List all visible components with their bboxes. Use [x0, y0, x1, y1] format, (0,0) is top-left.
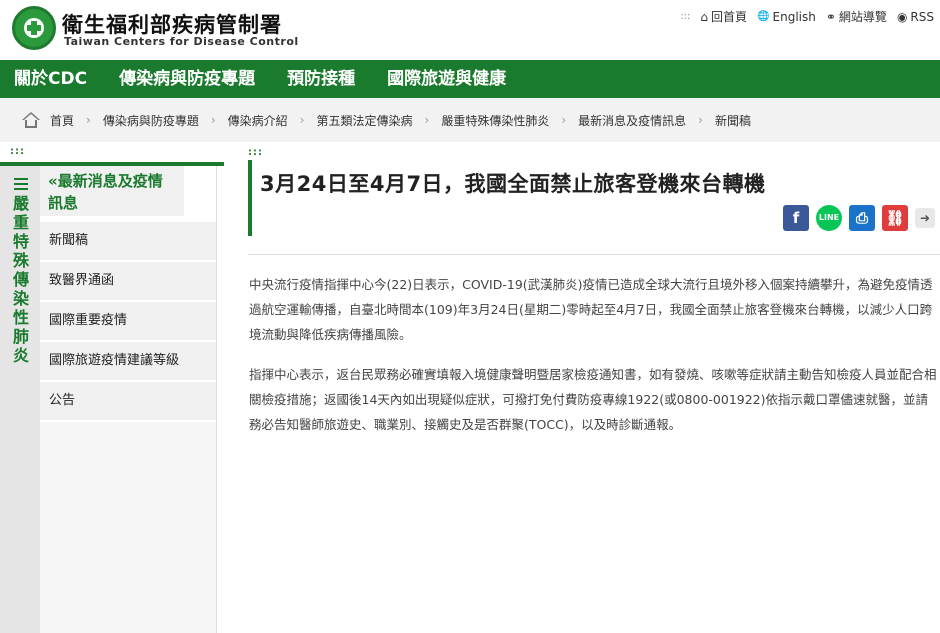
sidebar-scrollbar[interactable]: [216, 166, 224, 633]
sidebar-item-travel-advisory[interactable]: 國際旅遊疫情建議等級: [40, 342, 216, 380]
breadcrumb-item[interactable]: 首頁: [50, 112, 74, 129]
chevron-right-icon: ›: [561, 113, 567, 127]
copy-link-icon[interactable]: ⛓: [882, 205, 908, 231]
top-links: ::: ⌂ 回首頁 🌐 English ⚭ 網站導覽 ◉ RSS: [680, 8, 934, 25]
breadcrumb: 首頁 › 傳染病與防疫專題 › 傳染病介紹 › 第五類法定傳染病 › 嚴重特殊傳…: [0, 98, 940, 142]
nav-diseases[interactable]: 傳染病與防疫專題: [103, 60, 271, 98]
breadcrumb-item[interactable]: 傳染病介紹: [228, 112, 288, 129]
site-subtitle: Taiwan Centers for Disease Control: [64, 35, 299, 48]
share-bar: f LINE ⎙ ⛓ ➜: [783, 205, 935, 231]
breadcrumb-current[interactable]: 新聞稿: [715, 112, 751, 129]
sidebar-empty-area: [40, 422, 216, 633]
rss-link-label: RSS: [910, 9, 934, 24]
page-title: 3月24日至4月7日，我國全面禁止旅客登機來台轉機: [260, 172, 766, 196]
print-icon[interactable]: ⎙: [849, 205, 875, 231]
sidebar-item-intl-epidemic[interactable]: 國際重要疫情: [40, 302, 216, 340]
chevron-right-icon: ›: [698, 113, 703, 127]
chevron-right-icon: ›: [424, 113, 430, 127]
breadcrumb-item[interactable]: 嚴重特殊傳染性肺炎: [441, 112, 549, 129]
back-icon[interactable]: ➜: [915, 208, 935, 228]
english-link-label: English: [772, 9, 816, 24]
rss-link[interactable]: ◉ RSS: [897, 10, 934, 24]
sidebar-vertical-tab[interactable]: 嚴重特殊傳染性肺炎: [0, 166, 40, 633]
rss-icon: ◉: [896, 9, 908, 24]
sidebar-list: 新聞稿 致醫界通函 國際重要疫情 國際旅遊疫情建議等級 公告: [40, 222, 216, 422]
main-nav: 關於CDC 傳染病與防疫專題 預防接種 國際旅遊與健康: [0, 60, 940, 98]
nav-travel-health[interactable]: 國際旅遊與健康: [371, 60, 522, 98]
chevron-right-icon: ›: [86, 113, 91, 127]
english-link[interactable]: 🌐 English: [757, 10, 816, 24]
sidebar-accesskey[interactable]: :::: [10, 146, 25, 157]
nav-about-cdc[interactable]: 關於CDC: [0, 60, 103, 98]
facebook-share-icon[interactable]: f: [783, 205, 809, 231]
home-icon: ⌂: [700, 9, 709, 24]
article-paragraph: 指揮中心表示，返台民眾務必確實填報入境健康聲明暨居家檢疫通知書，如有發燒、咳嗽等…: [249, 367, 937, 432]
sidebar-section-title-box[interactable]: «最新消息及疫情訊息: [40, 166, 184, 216]
menu-icon[interactable]: [14, 178, 28, 190]
sitemap-link-label: 網站導覽: [838, 10, 887, 24]
sidebar-item-medical-letter[interactable]: 致醫界通函: [40, 262, 216, 300]
content-divider: [248, 254, 940, 255]
nav-vaccination[interactable]: 預防接種: [271, 60, 371, 98]
chevron-right-icon: ›: [210, 113, 216, 127]
home-icon[interactable]: [22, 112, 40, 128]
sidebar-vertical-title: 嚴重特殊傳染性肺炎: [12, 194, 29, 365]
content-accesskey[interactable]: :::: [248, 147, 263, 158]
globe-icon: 🌐: [757, 11, 770, 22]
sitemap-link[interactable]: ⚭ 網站導覽: [826, 8, 887, 25]
breadcrumb-item[interactable]: 第五類法定傳染病: [316, 112, 412, 129]
sitemap-icon: ⚭: [825, 9, 836, 24]
article-paragraph: 中央流行疫情指揮中心今(22)日表示，COVID-19(武漢肺炎)疫情已造成全球…: [249, 277, 933, 342]
chevron-right-icon: ›: [299, 113, 305, 127]
title-accent-bar: [248, 160, 252, 236]
sidebar-item-news-release[interactable]: 新聞稿: [40, 222, 216, 260]
sidebar-section-title: «最新消息及疫情訊息: [48, 172, 163, 212]
home-link[interactable]: ⌂ 回首頁: [700, 8, 747, 25]
line-share-icon[interactable]: LINE: [816, 205, 842, 231]
breadcrumb-item[interactable]: 傳染病與防疫專題: [103, 112, 199, 129]
breadcrumb-item[interactable]: 最新消息及疫情訊息: [578, 112, 686, 129]
cdc-logo[interactable]: [12, 6, 56, 50]
site-header: 衛生福利部疾病管制署 Taiwan Centers for Disease Co…: [0, 0, 940, 60]
sidebar-item-announcement[interactable]: 公告: [40, 382, 216, 420]
home-link-label: 回首頁: [711, 10, 748, 24]
accesskey-marker[interactable]: :::: [680, 11, 690, 22]
